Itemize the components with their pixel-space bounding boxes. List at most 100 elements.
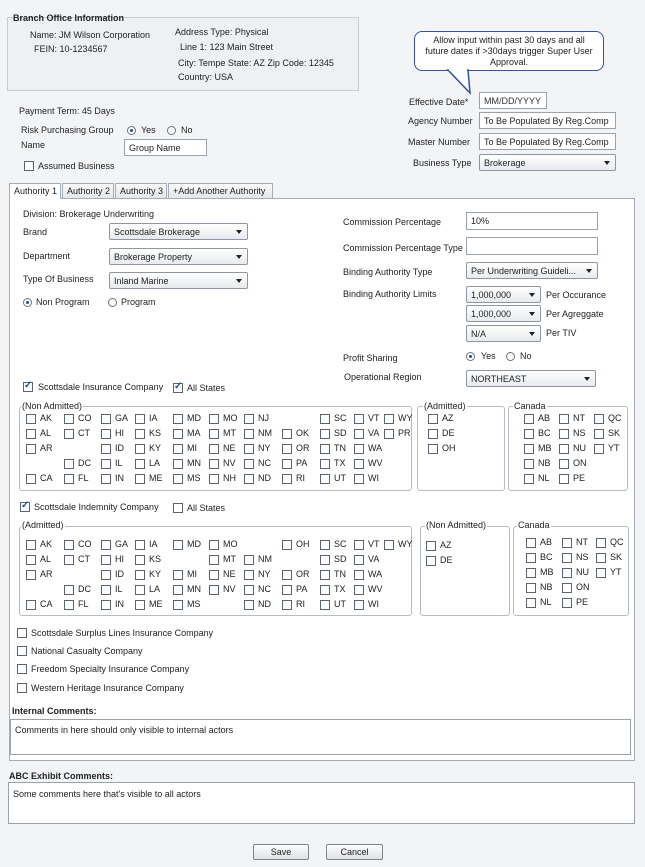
checkbox-box[interactable] <box>26 474 36 484</box>
non-program-radio[interactable] <box>23 298 32 307</box>
checkbox-box[interactable] <box>354 585 364 595</box>
program-radio[interactable] <box>108 298 117 307</box>
tab-authority-2[interactable]: Authority 2 <box>62 183 114 198</box>
checkbox-box[interactable] <box>526 598 536 608</box>
checkbox-box[interactable] <box>384 414 394 424</box>
checkbox-box[interactable] <box>209 459 219 469</box>
checkbox-box[interactable] <box>384 540 394 550</box>
checkbox-box[interactable] <box>594 429 604 439</box>
checkbox-box[interactable] <box>135 459 145 469</box>
commission-percentage-type-input[interactable] <box>466 237 598 255</box>
surplus-lines-checkbox[interactable] <box>17 628 27 638</box>
checkbox-box[interactable] <box>526 538 536 548</box>
checkbox-box[interactable] <box>282 444 292 454</box>
checkbox-box[interactable] <box>135 429 145 439</box>
checkbox-box[interactable] <box>64 555 74 565</box>
limit-occurance-select[interactable]: 1,000,000 <box>466 286 541 303</box>
checkbox-box[interactable] <box>209 444 219 454</box>
checkbox-box[interactable] <box>320 570 330 580</box>
group-name-input[interactable]: Group Name <box>124 139 207 156</box>
checkbox-box[interactable] <box>354 540 364 550</box>
checkbox-box[interactable] <box>282 570 292 580</box>
checkbox-box[interactable] <box>26 540 36 550</box>
checkbox-box[interactable] <box>209 585 219 595</box>
checkbox-box[interactable] <box>101 570 111 580</box>
checkbox-box[interactable] <box>282 459 292 469</box>
checkbox-box[interactable] <box>173 474 183 484</box>
checkbox-box[interactable] <box>320 555 330 565</box>
checkbox-box[interactable] <box>135 540 145 550</box>
checkbox-box[interactable] <box>244 414 254 424</box>
checkbox-box[interactable] <box>562 568 572 578</box>
western-heritage-checkbox[interactable] <box>17 683 27 693</box>
checkbox-box[interactable] <box>320 459 330 469</box>
checkbox-box[interactable] <box>101 600 111 610</box>
checkbox-box[interactable] <box>64 585 74 595</box>
checkbox-box[interactable] <box>209 429 219 439</box>
checkbox-box[interactable] <box>562 553 572 563</box>
checkbox-box[interactable] <box>562 598 572 608</box>
checkbox-box[interactable] <box>354 459 364 469</box>
limit-tiv-select[interactable]: N/A <box>466 325 541 342</box>
checkbox-box[interactable] <box>320 414 330 424</box>
rpg-yes-radio[interactable] <box>127 126 136 135</box>
checkbox-box[interactable] <box>135 444 145 454</box>
checkbox-box[interactable] <box>282 474 292 484</box>
abc-comments-textarea[interactable]: Some comments here that's visible to all… <box>8 782 635 824</box>
checkbox-box[interactable] <box>320 474 330 484</box>
checkbox-box[interactable] <box>26 555 36 565</box>
rpg-no-radio[interactable] <box>167 126 176 135</box>
checkbox-box[interactable] <box>26 429 36 439</box>
checkbox-box[interactable] <box>101 474 111 484</box>
checkbox-box[interactable] <box>101 585 111 595</box>
checkbox-box[interactable] <box>173 540 183 550</box>
checkbox-box[interactable] <box>596 553 606 563</box>
checkbox-box[interactable] <box>135 585 145 595</box>
checkbox-box[interactable] <box>524 444 534 454</box>
checkbox-box[interactable] <box>354 474 364 484</box>
checkbox-box[interactable] <box>282 585 292 595</box>
tab-authority-3[interactable]: Authority 3 <box>115 183 167 198</box>
scottsdale-indemnity-checkbox[interactable] <box>20 500 30 512</box>
checkbox-box[interactable] <box>101 444 111 454</box>
operational-region-select[interactable]: NORTHEAST <box>466 370 596 387</box>
checkbox-box[interactable] <box>354 444 364 454</box>
checkbox-box[interactable] <box>244 600 254 610</box>
checkbox-box[interactable] <box>428 429 438 439</box>
checkbox-box[interactable] <box>64 540 74 550</box>
checkbox-box[interactable] <box>209 474 219 484</box>
save-button[interactable]: Save <box>253 844 309 860</box>
checkbox-box[interactable] <box>135 474 145 484</box>
profit-no-radio[interactable] <box>506 352 515 361</box>
freedom-specialty-checkbox[interactable] <box>17 664 27 674</box>
checkbox-box[interactable] <box>64 474 74 484</box>
checkbox-box[interactable] <box>354 600 364 610</box>
checkbox-box[interactable] <box>559 429 569 439</box>
checkbox-box[interactable] <box>526 583 536 593</box>
checkbox-box[interactable] <box>428 444 438 454</box>
checkbox-box[interactable] <box>526 568 536 578</box>
checkbox-box[interactable] <box>244 429 254 439</box>
all-states-2-checkbox[interactable] <box>173 503 183 513</box>
checkbox-box[interactable] <box>244 555 254 565</box>
limit-aggregate-select[interactable]: 1,000,000 <box>466 305 541 322</box>
internal-comments-textarea[interactable]: Comments in here should only visible to … <box>10 719 631 755</box>
checkbox-box[interactable] <box>244 585 254 595</box>
checkbox-box[interactable] <box>594 444 604 454</box>
checkbox-box[interactable] <box>26 414 36 424</box>
tab-authority-1[interactable]: Authority 1 <box>9 183 61 199</box>
checkbox-box[interactable] <box>173 459 183 469</box>
checkbox-box[interactable] <box>244 570 254 580</box>
checkbox-box[interactable] <box>320 540 330 550</box>
checkbox-box[interactable] <box>244 459 254 469</box>
checkbox-box[interactable] <box>173 600 183 610</box>
checkbox-box[interactable] <box>426 541 436 551</box>
checkbox-box[interactable] <box>26 444 36 454</box>
checkbox-box[interactable] <box>209 570 219 580</box>
brand-select[interactable]: Scottsdale Brokerage <box>109 223 248 240</box>
checkbox-box[interactable] <box>320 600 330 610</box>
checkbox-box[interactable] <box>354 429 364 439</box>
checkbox-box[interactable] <box>135 555 145 565</box>
effective-date-input[interactable]: MM/DD/YYYY <box>479 92 547 109</box>
master-number-input[interactable]: To Be Populated By Reg.Comp <box>479 133 616 150</box>
